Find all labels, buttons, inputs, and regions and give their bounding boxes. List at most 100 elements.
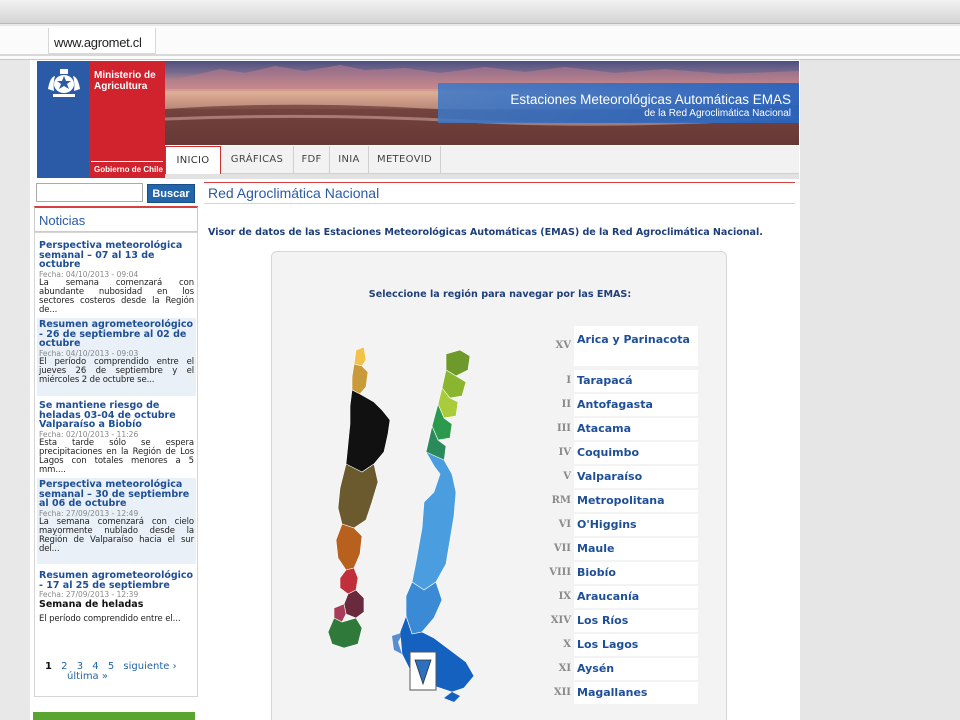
page-title: Red Agroclimática Nacional: [208, 185, 380, 201]
region-number: X: [563, 639, 571, 650]
region-row[interactable]: III Atacama: [544, 418, 698, 440]
region-link-araucania[interactable]: Araucanía: [574, 586, 698, 608]
address-bar-divider: [0, 54, 960, 56]
pager-last-link[interactable]: última »: [67, 671, 108, 682]
nav-item-meteovid[interactable]: METEOVID: [369, 146, 441, 174]
region-number: VIII: [549, 567, 571, 578]
region-link-tarapaca[interactable]: Tarapacá: [574, 370, 698, 392]
banner-title-box: Estaciones Meteorológicas Automáticas EM…: [438, 83, 799, 123]
region-number: XI: [558, 663, 571, 674]
region-link-aysen[interactable]: Aysén: [574, 658, 698, 680]
region-link-los-lagos[interactable]: Los Lagos: [574, 634, 698, 656]
pager-next-link[interactable]: siguiente ›: [123, 661, 176, 672]
region-link-antofagasta[interactable]: Antofagasta: [574, 394, 698, 416]
news-item: Resumen agrometeorológico - 26 de septie…: [37, 318, 196, 396]
sidebar-green-bar: [33, 712, 195, 720]
region-link-maule[interactable]: Maule: [574, 538, 698, 560]
news-item-title[interactable]: Resumen agrometeorológico - 17 al 25 de …: [39, 571, 194, 590]
region-link-arica[interactable]: Arica y Parinacota: [574, 326, 698, 366]
news-pager: 1 2 3 4 5 siguiente › última »: [45, 662, 195, 682]
gobierno-label: Gobierno de Chile: [94, 165, 163, 174]
region-number: I: [566, 375, 571, 386]
header-banner: Estaciones Meteorológicas Automáticas EM…: [165, 61, 799, 145]
region-link-valparaiso[interactable]: Valparaíso: [574, 466, 698, 488]
nav-item-fdf[interactable]: FDF: [294, 146, 330, 174]
region-link-coquimbo[interactable]: Coquimbo: [574, 442, 698, 464]
region-row[interactable]: IX Araucanía: [544, 586, 698, 608]
region-number: IV: [558, 447, 571, 458]
region-row[interactable]: XIV Los Ríos: [544, 610, 698, 632]
nav-item-graficas[interactable]: GRÁFICAS: [221, 146, 294, 174]
news-item: Perspectiva meteorológica semanal – 30 d…: [37, 478, 196, 564]
banner-title: Estaciones Meteorológicas Automáticas EM…: [510, 92, 791, 107]
region-number: III: [556, 423, 571, 434]
page-background-right: [800, 60, 960, 720]
ministry-logo[interactable]: Ministerio de Agricultura Gobierno de Ch…: [37, 61, 165, 178]
news-item-body: Esta tarde sólo se espera precipitacione…: [39, 437, 194, 476]
region-number: XII: [553, 687, 571, 698]
news-list: Perspectiva meteorológica semanal – 07 a…: [34, 232, 198, 697]
news-item-title[interactable]: Perspectiva meteorológica semanal – 30 d…: [39, 480, 194, 509]
banner-subtitle: de la Red Agroclimática Nacional: [644, 108, 791, 119]
region-link-atacama[interactable]: Atacama: [574, 418, 698, 440]
region-row[interactable]: VIII Biobío: [544, 562, 698, 584]
news-item: Se mantiene riesgo de heladas 03-04 de o…: [37, 399, 196, 476]
news-item-body: La semana comenzará con cielo mayormente…: [39, 516, 194, 555]
region-row[interactable]: XV Arica y Parinacota: [544, 326, 698, 366]
news-title: Noticias: [39, 213, 86, 228]
page: Ministerio de Agricultura Gobierno de Ch…: [30, 60, 800, 720]
region-row[interactable]: II Antofagasta: [544, 394, 698, 416]
region-number: IX: [558, 591, 571, 602]
region-row[interactable]: V Valparaíso: [544, 466, 698, 488]
region-row[interactable]: RM Metropolitana: [544, 490, 698, 512]
region-link-biobio[interactable]: Biobío: [574, 562, 698, 584]
search-input[interactable]: [36, 183, 143, 202]
news-header: Noticias: [34, 206, 198, 232]
region-number: RM: [551, 495, 571, 506]
region-link-los-rios[interactable]: Los Ríos: [574, 610, 698, 632]
region-row[interactable]: VII Maule: [544, 538, 698, 560]
logo-divider: [91, 161, 163, 162]
news-item-body: La semana comenzará con abundante nubosi…: [39, 277, 194, 316]
ministry-name: Ministerio de Agricultura: [94, 70, 164, 92]
news-item-title[interactable]: Perspectiva meteorológica semanal – 07 a…: [39, 241, 194, 270]
ministry-line1: Ministerio de: [94, 70, 156, 81]
search-button[interactable]: Buscar: [147, 184, 195, 203]
content-header: Red Agroclimática Nacional: [204, 182, 795, 204]
region-number: II: [561, 399, 571, 410]
region-selector-panel: Seleccione la región para navegar por la…: [271, 251, 727, 720]
region-row[interactable]: IV Coquimbo: [544, 442, 698, 464]
region-row[interactable]: I Tarapacá: [544, 370, 698, 392]
nav-shadow: [165, 174, 799, 179]
address-bar[interactable]: www.agromet.cl: [0, 26, 960, 60]
nav-item-inia[interactable]: INIA: [330, 146, 369, 174]
nav-item-inicio[interactable]: INICIO: [165, 146, 221, 174]
ministry-line2: Agricultura: [94, 81, 148, 92]
coat-of-arms-icon: [48, 69, 80, 97]
news-item-subtitle: Semana de heladas: [39, 599, 144, 610]
news-item-title[interactable]: Se mantiene riesgo de heladas 03-04 de o…: [39, 401, 194, 430]
region-row[interactable]: VI O'Higgins: [544, 514, 698, 536]
region-row[interactable]: XII Magallanes: [544, 682, 698, 704]
news-item: Perspectiva meteorológica semanal – 07 a…: [37, 239, 196, 316]
region-number: V: [563, 471, 571, 482]
pager-page-1: 1: [45, 661, 52, 672]
logo-blue-band: [37, 61, 89, 178]
region-link-metropolitana[interactable]: Metropolitana: [574, 490, 698, 512]
region-prompt: Seleccione la región para navegar por la…: [368, 289, 632, 300]
news-item-body: El período comprendido entre el jueves 2…: [39, 356, 194, 385]
news-item: Resumen agrometeorológico - 17 al 25 de …: [37, 569, 196, 641]
region-number: VII: [553, 543, 571, 554]
chile-region-map[interactable]: [284, 332, 484, 720]
url-text[interactable]: www.agromet.cl: [48, 28, 156, 54]
region-row[interactable]: XI Aysén: [544, 658, 698, 680]
region-row[interactable]: X Los Lagos: [544, 634, 698, 656]
news-item-date: Fecha: 27/09/2013 - 12:39: [39, 590, 139, 599]
region-link-magallanes[interactable]: Magallanes: [574, 682, 698, 704]
pager-page-5[interactable]: 5: [108, 661, 114, 672]
browser-toolbar: [0, 0, 960, 24]
intro-text: Visor de datos de las Estaciones Meteoro…: [208, 227, 763, 238]
news-item-title[interactable]: Resumen agrometeorológico - 26 de septie…: [39, 320, 194, 349]
region-link-ohiggins[interactable]: O'Higgins: [574, 514, 698, 536]
region-number: VI: [558, 519, 571, 530]
